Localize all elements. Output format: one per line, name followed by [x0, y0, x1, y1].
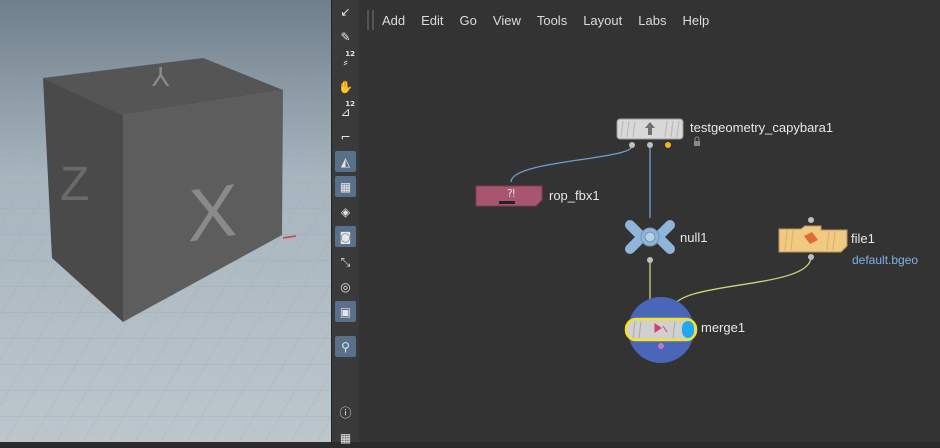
- network-graph: ⁈: [475, 118, 848, 363]
- brush-icon-glyph: ✎: [340, 29, 351, 44]
- pin-icon[interactable]: ⚲: [335, 336, 356, 357]
- hand-icon[interactable]: ✋: [335, 76, 356, 97]
- brush-icon[interactable]: ✎: [335, 26, 356, 47]
- node-null[interactable]: [625, 220, 675, 263]
- transform-icon[interactable]: ⤡: [335, 251, 356, 272]
- network-editor[interactable]: Add Edit Go View Tools Layout Labs Help: [359, 0, 940, 442]
- paint-bucket-12-icon[interactable]: ⊿ 12: [335, 101, 356, 122]
- rop-status-bar: [499, 201, 515, 204]
- node-rop-fbx[interactable]: ⁈: [475, 185, 543, 207]
- info-icon-glyph: ⓘ: [339, 405, 352, 420]
- select-arrow-icon-glyph: ↙: [340, 4, 351, 19]
- paint-12-icon[interactable]: ⸗ 12: [335, 51, 356, 72]
- ruler-icon-glyph: ⌐: [340, 129, 351, 144]
- scene-viewport[interactable]: X Y Z: [0, 0, 331, 442]
- image-icon-glyph: ▣: [339, 304, 352, 319]
- wire-file-to-merge: [671, 256, 812, 311]
- camera-icon[interactable]: ◙: [335, 226, 356, 247]
- lock-shackle: [694, 136, 700, 141]
- pose-icon[interactable]: ◭: [335, 151, 356, 172]
- select-arrow-icon[interactable]: ↙: [335, 1, 356, 22]
- pin-icon-glyph: ⚲: [341, 339, 350, 354]
- node-testgeometry[interactable]: [616, 118, 684, 148]
- label-null: null1: [680, 230, 708, 245]
- label-file-path: default.bgeo: [852, 253, 919, 267]
- display-icon-glyph: ◎: [340, 279, 351, 294]
- label-rop-fbx: rop_fbx1: [549, 188, 600, 203]
- cube-label-x: X: [188, 168, 237, 258]
- pose-icon-glyph: ◭: [340, 154, 351, 169]
- viewport-toolbar: ↙ ✎ ⸗ 12 ✋ ⊿ 12 ⌐ ◭ ▦ ◈ ◙ ⤡ ◎ ▣ ⚲ ⓘ ▦: [331, 0, 360, 444]
- hand-icon-glyph: ✋: [338, 79, 353, 94]
- lock-icon: [694, 141, 700, 146]
- cube-label-y: Y: [151, 61, 170, 92]
- label-merge: merge1: [701, 320, 746, 335]
- checker-icon[interactable]: ▦: [335, 176, 356, 197]
- cube-icon-glyph: ◈: [340, 204, 351, 219]
- paint-12-icon-badge: 12: [345, 50, 355, 58]
- ruler-icon[interactable]: ⌐: [335, 126, 356, 147]
- label-file: file1: [851, 231, 875, 246]
- node-file[interactable]: [778, 217, 848, 260]
- cube-label-z: Z: [60, 158, 89, 211]
- rop-icon: ⁈: [507, 187, 515, 200]
- wire-test-to-rop: [510, 145, 633, 183]
- paint-bucket-12-icon-badge: 12: [345, 100, 355, 108]
- camera-icon-glyph: ◙: [339, 229, 352, 244]
- label-testgeometry: testgeometry_capybara1: [690, 120, 834, 135]
- display-icon[interactable]: ◎: [335, 276, 356, 297]
- viewport-canvas: X Y Z: [0, 0, 331, 442]
- layout-grid-icon[interactable]: ▦: [335, 427, 356, 448]
- node-merge[interactable]: [624, 297, 698, 363]
- image-icon[interactable]: ▣: [335, 301, 356, 322]
- checker-icon-glyph: ▦: [339, 179, 352, 194]
- transform-icon-glyph: ⤡: [340, 254, 351, 269]
- cube-icon[interactable]: ◈: [335, 201, 356, 222]
- info-icon[interactable]: ⓘ: [335, 402, 356, 423]
